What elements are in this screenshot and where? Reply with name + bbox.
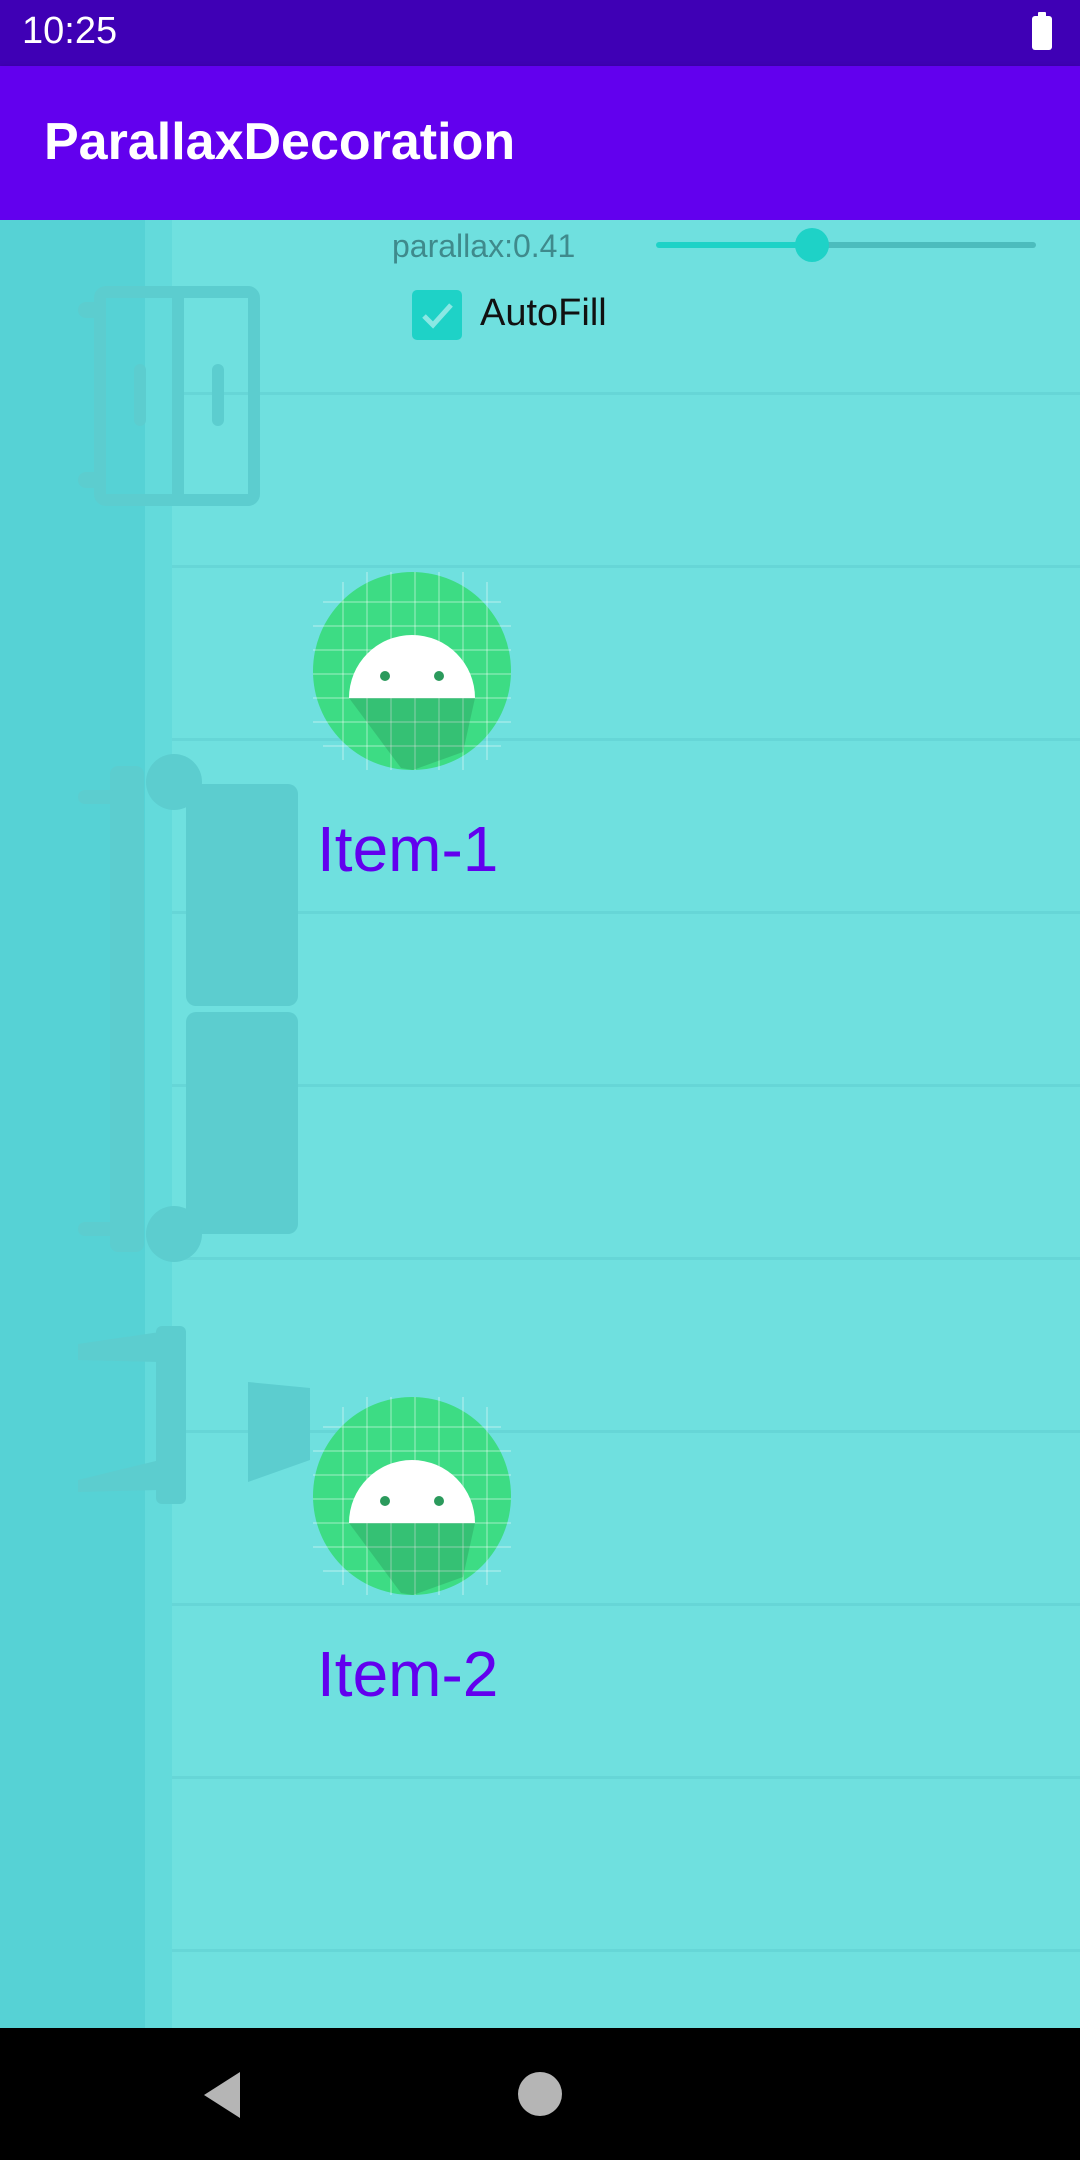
navigation-bar (0, 2028, 1080, 2160)
back-triangle-icon[interactable] (200, 2070, 244, 2120)
sofa-icon (78, 754, 298, 1262)
parallax-content[interactable]: parallax:0.41 AutoFill Item-1 Item-2 (0, 220, 1080, 2028)
item-label: Item-1 (317, 813, 499, 885)
list-item[interactable]: Item-1 (313, 572, 553, 972)
status-time: 10:25 (22, 10, 118, 52)
check-icon (422, 303, 453, 329)
parallax-label: parallax:0.41 (392, 228, 576, 264)
parallax-slider[interactable] (656, 220, 1036, 270)
floor-line (172, 1776, 1080, 1779)
status-bar: 10:25 (0, 0, 1080, 66)
floor-line (172, 1603, 1080, 1606)
cabinet-icon (94, 286, 260, 506)
app-title: ParallaxDecoration (44, 113, 516, 171)
android-launcher-icon (313, 1397, 511, 1595)
list-item[interactable]: Item-2 (313, 1397, 553, 1797)
furniture-decoration (78, 286, 310, 1504)
battery-icon (1032, 12, 1052, 50)
floor-line (172, 1949, 1080, 1952)
autofill-label[interactable]: AutoFill (480, 292, 607, 335)
autofill-checkbox[interactable] (412, 290, 462, 340)
slider-thumb[interactable] (795, 228, 829, 262)
app-bar: ParallaxDecoration (0, 66, 1080, 220)
home-circle-icon[interactable] (518, 2072, 562, 2116)
android-launcher-icon (313, 572, 511, 770)
item-label: Item-2 (317, 1638, 499, 1710)
slider-track-active (656, 242, 812, 248)
slider-track (812, 242, 1036, 248)
lamp-icon (78, 1326, 310, 1504)
